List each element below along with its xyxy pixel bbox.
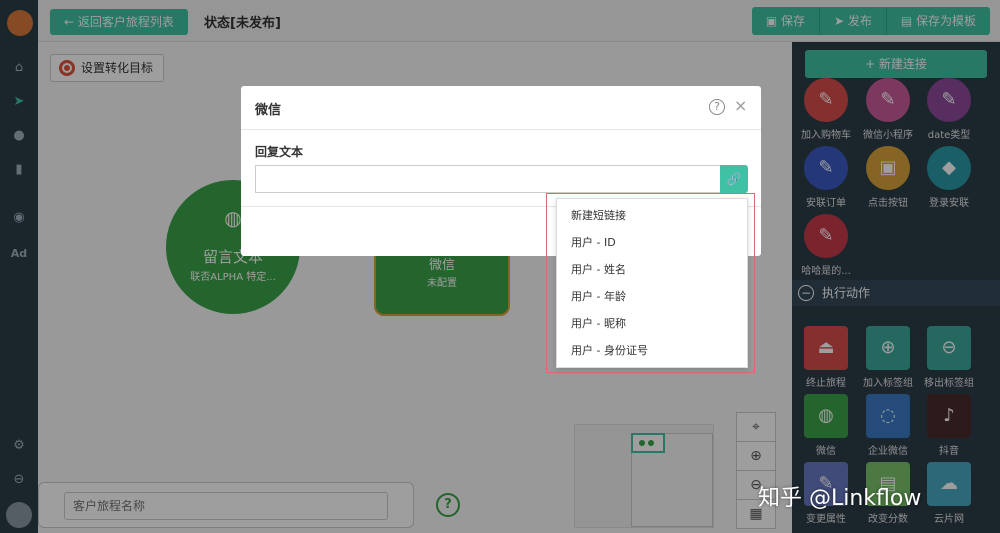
insert-variable-dropdown: 新建短链接 用户 - ID 用户 - 姓名 用户 - 年龄 用户 - 昵称 用户… [556, 198, 748, 368]
dropdown-item-user-age[interactable]: 用户 - 年龄 [557, 283, 747, 310]
modal-overlay[interactable] [0, 0, 1000, 533]
link-icon[interactable]: 🔗 [720, 165, 748, 193]
close-icon[interactable]: × [734, 96, 747, 115]
dropdown-item-user-nickname[interactable]: 用户 - 昵称 [557, 310, 747, 337]
reply-text-input[interactable] [255, 165, 721, 193]
dropdown-item-user-id-card[interactable]: 用户 - 身份证号 [557, 337, 747, 364]
dropdown-item-user-id[interactable]: 用户 - ID [557, 229, 747, 256]
watermark: 知乎 @Linkflow [758, 486, 922, 511]
help-icon[interactable]: ? [709, 99, 725, 115]
dialog-title: 微信 [255, 103, 282, 118]
dialog-header: 微信 ? × [241, 86, 761, 130]
dropdown-item-user-name[interactable]: 用户 - 姓名 [557, 256, 747, 283]
reply-text-label: 回复文本 [255, 145, 304, 159]
dropdown-item-new-short-link[interactable]: 新建短链接 [557, 202, 747, 229]
